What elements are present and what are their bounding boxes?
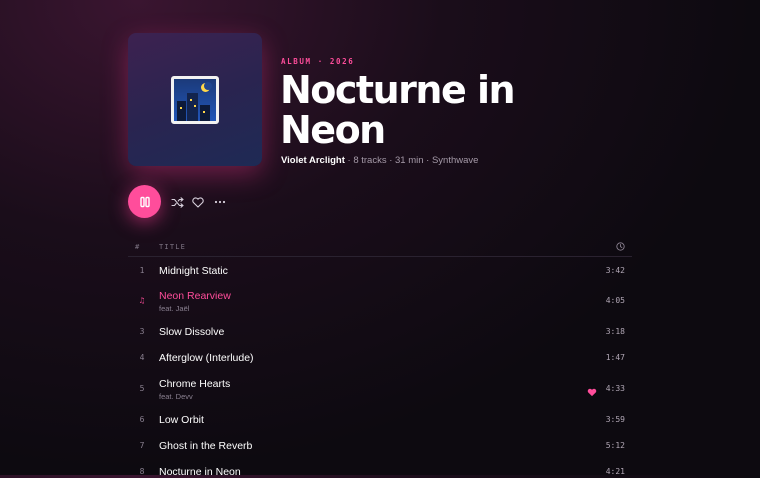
like-album-button[interactable] bbox=[190, 194, 206, 210]
track-row[interactable]: 4 Afterglow (Interlude) 1:47 bbox=[128, 349, 632, 367]
track-title: Nocturne in Neon bbox=[159, 466, 241, 478]
track-row[interactable]: 7 Ghost in the Reverb 5:12 bbox=[128, 437, 632, 455]
track-number: 1 bbox=[139, 266, 145, 275]
album-cover bbox=[128, 33, 262, 166]
heart-filled-icon[interactable] bbox=[587, 384, 597, 402]
track-title: Midnight Static bbox=[159, 265, 228, 277]
track-row[interactable]: 1 Midnight Static 3:42 bbox=[128, 262, 632, 280]
track-number: 3 bbox=[139, 327, 145, 336]
track-title: Slow Dissolve bbox=[159, 326, 225, 338]
track-duration: 3:18 bbox=[605, 327, 625, 336]
track-duration: 4:33 bbox=[605, 384, 625, 393]
track-list-header: # TITLE bbox=[128, 240, 632, 257]
track-row[interactable]: 5 Chrome Hearts feat. Devv 4:33 bbox=[128, 376, 632, 402]
track-row[interactable]: 6 Low Orbit 3:59 bbox=[128, 411, 632, 429]
track-title: Ghost in the Reverb bbox=[159, 440, 253, 452]
title-column-header[interactable]: TITLE bbox=[159, 243, 186, 251]
number-column-header: # bbox=[135, 243, 141, 251]
shuffle-icon bbox=[170, 196, 184, 208]
night-city-icon bbox=[171, 75, 219, 124]
track-title: Chrome Hearts bbox=[159, 378, 231, 390]
album-subtitle: Violet Arclight · 8 tracks · 31 min · Sy… bbox=[281, 155, 478, 166]
album-type-label: ALBUM · 2026 bbox=[281, 57, 355, 66]
track-duration: 3:42 bbox=[605, 266, 625, 275]
heart-outline-icon bbox=[192, 196, 204, 208]
album-details: · 8 tracks · 31 min · Synthwave bbox=[344, 155, 479, 166]
track-row-playing[interactable]: ♫ Neon Rearview feat. Jaël 4:05 bbox=[128, 288, 632, 314]
track-featured-artist[interactable]: feat. Devv bbox=[159, 392, 193, 401]
pause-icon bbox=[139, 196, 150, 207]
pause-button[interactable] bbox=[128, 185, 161, 218]
track-duration: 3:59 bbox=[605, 415, 625, 424]
more-options-button[interactable] bbox=[212, 194, 228, 210]
track-title: Low Orbit bbox=[159, 414, 204, 426]
track-number: 4 bbox=[139, 353, 145, 362]
album-title: Nocturne in Neon bbox=[280, 68, 516, 152]
track-duration: 5:12 bbox=[605, 441, 625, 450]
track-title: Afterglow (Interlude) bbox=[159, 352, 254, 364]
track-number: 7 bbox=[139, 441, 145, 450]
track-title: Neon Rearview bbox=[159, 290, 231, 302]
artist-link[interactable]: Violet Arclight bbox=[281, 155, 345, 166]
track-row[interactable]: 8 Nocturne in Neon 4:21 bbox=[128, 463, 632, 478]
track-number: 5 bbox=[139, 384, 145, 393]
shuffle-button[interactable] bbox=[169, 194, 185, 210]
more-icon bbox=[214, 200, 226, 204]
clock-icon bbox=[616, 242, 625, 253]
track-featured-artist[interactable]: feat. Jaël bbox=[159, 304, 189, 313]
track-duration: 4:05 bbox=[605, 296, 625, 305]
track-row[interactable]: 3 Slow Dissolve 3:18 bbox=[128, 323, 632, 341]
now-playing-icon: ♫ bbox=[139, 296, 145, 305]
track-number: 6 bbox=[139, 415, 145, 424]
track-duration: 1:47 bbox=[605, 353, 625, 362]
